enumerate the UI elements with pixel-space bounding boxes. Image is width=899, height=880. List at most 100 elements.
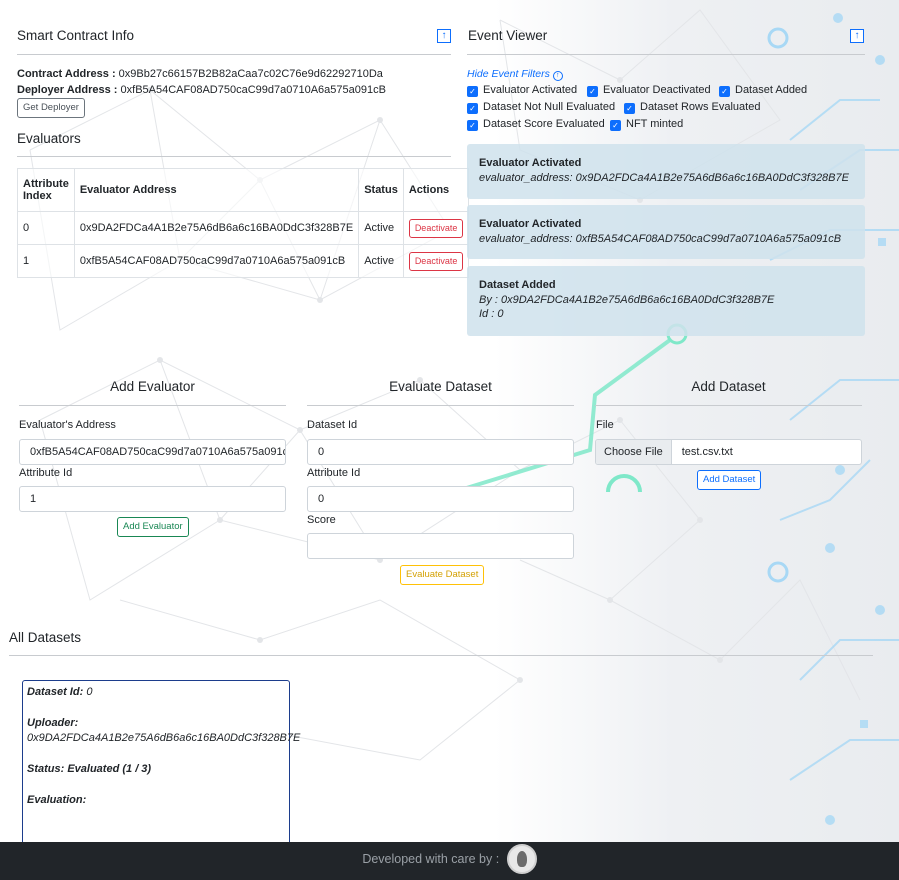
evaluation-label: Evaluation: (27, 794, 87, 806)
column-header: Attribute Index (17, 168, 75, 212)
attribute-id-label: Attribute Id (307, 467, 361, 479)
checkbox-checked-icon[interactable]: ✓ (610, 120, 621, 131)
attribute-id-label: Attribute Id (19, 467, 73, 479)
filter-label: Evaluator Activated (483, 84, 578, 96)
filter-label: Dataset Added (735, 84, 808, 96)
table-header-row: Attribute Index Evaluator Address Status… (17, 168, 470, 212)
contract-address-value: 0x9Bb27c66157B2B82aCaa7c02C76e9d62292710… (118, 68, 383, 80)
avatar (506, 843, 537, 874)
divider (17, 156, 451, 157)
divider (9, 655, 873, 656)
get-deployer-button[interactable]: Get Deployer (17, 98, 85, 118)
file-input[interactable]: Choose File test.csv.txt (595, 439, 862, 465)
file-label: File (596, 419, 614, 431)
filter-dataset-added[interactable]: ✓ Dataset Added (719, 84, 807, 97)
deployer-address-label: Deployer Address : (17, 84, 118, 96)
uploader-label: Uploader: (27, 717, 285, 729)
dataset-card: Dataset Id: 0 Uploader: 0x9DA2FDCa4A1B2e… (22, 680, 301, 855)
status-cell: Active (358, 211, 404, 245)
evaluation-line: Evaluation: (27, 794, 285, 806)
divider (467, 54, 865, 55)
evaluate-dataset-title: Evaluate Dataset (389, 379, 492, 394)
evaluators-table: Attribute Index Evaluator Address Status… (17, 168, 470, 278)
checkbox-checked-icon[interactable]: ✓ (467, 86, 478, 97)
evaluator-address-cell: 0x9DA2FDCa4A1B2e75A6dB6a6c16BA0DdC3f328B… (73, 211, 360, 245)
footer-text: Developed with care by : (362, 852, 500, 866)
hide-filters-link[interactable]: Hide Event Filters ↑ (467, 68, 563, 81)
filter-label: Dataset Score Evaluated (483, 118, 605, 130)
add-evaluator-title: Add Evaluator (110, 379, 195, 394)
event-detail: evaluator_address: 0xfB5A54CAF08AD750caC… (479, 233, 842, 245)
actions-cell: Deactivate (402, 244, 470, 278)
filter-dataset-rows-evaluated[interactable]: ✓ Dataset Rows Evaluated (624, 101, 760, 114)
add-dataset-button[interactable]: Add Dataset (697, 470, 762, 490)
dataset-id-value: 0 (86, 686, 93, 698)
event-viewer-title: Event Viewer (468, 28, 548, 43)
file-name: test.csv.txt (681, 446, 733, 458)
scroll-up-icon[interactable]: ↑ (850, 29, 864, 43)
column-header: Status (358, 168, 404, 212)
dataset-id-label: Dataset Id (307, 419, 358, 431)
scroll-up-icon[interactable]: ↑ (437, 29, 451, 43)
checkbox-checked-icon[interactable]: ✓ (587, 86, 598, 97)
filter-label: Evaluator Deactivated (603, 84, 711, 96)
event-title: Dataset Added (479, 279, 556, 291)
status-text: Status: Evaluated (1 / 3) (27, 763, 152, 775)
uploader-label-text: Uploader: (27, 717, 79, 729)
checkbox-checked-icon[interactable]: ✓ (719, 86, 730, 97)
evaluator-address-input[interactable]: 0xfB5A54CAF08AD750caC99d7a0710A6a575a091… (19, 439, 286, 465)
event-detail: By : 0x9DA2FDCa4A1B2e75A6dB6a6c16BA0DdC3… (479, 294, 775, 306)
footer: Developed with care by : (0, 842, 899, 880)
column-header: Actions (402, 168, 470, 212)
filter-label: Dataset Rows Evaluated (640, 101, 761, 113)
score-label: Score (307, 514, 336, 526)
divider (595, 405, 862, 406)
attribute-id-input[interactable]: 0 (307, 486, 574, 512)
attribute-index-cell: 1 (17, 244, 75, 278)
evaluator-address-cell: 0xfB5A54CAF08AD750caC99d7a0710A6a575a091… (73, 244, 360, 278)
divider (19, 405, 286, 406)
actions-cell: Deactivate (402, 211, 470, 245)
checkbox-checked-icon[interactable]: ✓ (467, 103, 478, 114)
table-row: 0 0x9DA2FDCa4A1B2e75A6dB6a6c16BA0DdC3f32… (17, 211, 470, 245)
event-card: Dataset Added By : 0x9DA2FDCa4A1B2e75A6d… (467, 266, 865, 336)
event-title: Evaluator Activated (479, 218, 582, 230)
status-cell: Active (358, 244, 404, 278)
checkbox-checked-icon[interactable]: ✓ (467, 120, 478, 131)
dataset-id-input[interactable]: 0 (307, 439, 574, 465)
add-dataset-title: Add Dataset (691, 379, 766, 394)
contract-address-label: Contract Address : (17, 68, 116, 80)
filter-dataset-not-null-evaluated[interactable]: ✓ Dataset Not Null Evaluated (467, 101, 615, 114)
column-header: Evaluator Address (73, 168, 360, 212)
event-detail: evaluator_address: 0x9DA2FDCa4A1B2e75A6d… (479, 172, 849, 184)
event-card: Evaluator Activated evaluator_address: 0… (467, 144, 865, 199)
deactivate-button[interactable]: Deactivate (408, 218, 464, 238)
all-datasets-title: All Datasets (9, 630, 82, 645)
score-input[interactable] (307, 533, 574, 559)
table-row: 1 0xfB5A54CAF08AD750caC99d7a0710A6a575a0… (17, 244, 470, 278)
checkbox-checked-icon[interactable]: ✓ (624, 103, 635, 114)
add-evaluator-button[interactable]: Add Evaluator (117, 517, 189, 537)
hide-filters-label: Hide Event Filters (467, 68, 550, 80)
deployer-address-value: 0xfB5A54CAF08AD750caC99d7a0710A6a575a091… (120, 84, 386, 96)
filter-dataset-score-evaluated[interactable]: ✓ Dataset Score Evaluated (467, 118, 605, 131)
contract-info-title: Smart Contract Info (17, 28, 135, 43)
filter-label: Dataset Not Null Evaluated (483, 101, 616, 113)
contract-address-line: Contract Address : 0x9Bb27c66157B2B82aCa… (17, 68, 383, 80)
divider (17, 54, 451, 55)
divider (307, 405, 574, 406)
dataset-id-line: Dataset Id: 0 (27, 686, 285, 698)
deactivate-button[interactable]: Deactivate (408, 251, 464, 271)
evaluate-dataset-button[interactable]: Evaluate Dataset (400, 565, 485, 585)
evaluator-address-label: Evaluator's Address (19, 419, 116, 431)
uploader-value: 0x9DA2FDCa4A1B2e75A6dB6a6c16BA0DdC3f328B… (27, 732, 301, 744)
dataset-id-label: Dataset Id: (27, 686, 84, 698)
filter-evaluator-deactivated[interactable]: ✓ Evaluator Deactivated (587, 84, 711, 97)
choose-file-button[interactable]: Choose File (596, 440, 672, 464)
attribute-id-input[interactable]: 1 (19, 486, 286, 512)
event-title: Evaluator Activated (479, 157, 582, 169)
filter-nft-minted[interactable]: ✓ NFT minted (610, 118, 683, 131)
deployer-address-line: Deployer Address : 0xfB5A54CAF08AD750caC… (17, 84, 386, 96)
filter-evaluator-activated[interactable]: ✓ Evaluator Activated (467, 84, 577, 97)
filter-label: NFT minted (626, 118, 684, 130)
